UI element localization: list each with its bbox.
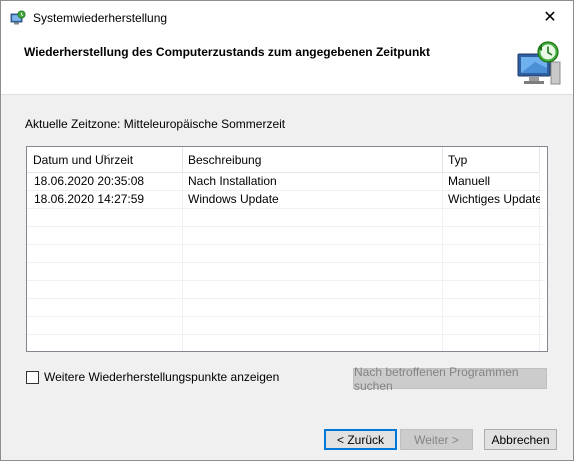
sort-descending-icon: ﹀ <box>102 154 110 163</box>
column-header-type-label: Typ <box>448 153 468 167</box>
timezone-label: Aktuelle Zeitzone: <box>25 117 121 131</box>
cell-date: 18.06.2020 14:27:59 <box>34 192 145 206</box>
cell-description: Nach Installation <box>188 174 277 188</box>
title-bar[interactable]: Systemwiederherstellung ✕ <box>1 1 573 32</box>
cell-type: Wichtiges Update <box>448 192 540 206</box>
back-button[interactable]: < Zurück <box>324 429 397 450</box>
header-title: Wiederherstellung des Computerzustands z… <box>24 45 430 59</box>
more-restore-points-label[interactable]: Weitere Wiederherstellungspunkte anzeige… <box>44 370 279 384</box>
scan-affected-programs-button[interactable]: Nach betroffenen Programmen suchen <box>353 365 547 393</box>
timezone-value: Mitteleuropäische Sommerzeit <box>123 117 286 131</box>
more-restore-points-option[interactable]: Weitere Wiederherstellungspunkte anzeige… <box>26 370 279 384</box>
system-restore-monitor-icon <box>515 40 563 88</box>
restore-points-table[interactable]: ﹀ Datum und Uhrzeit Beschreibung Typ 18.… <box>26 146 548 352</box>
close-icon: ✕ <box>543 8 557 26</box>
more-restore-points-checkbox[interactable] <box>26 370 39 384</box>
close-button[interactable]: ✕ <box>527 1 573 32</box>
cell-description: Windows Update <box>188 192 279 206</box>
empty-row <box>27 281 545 299</box>
next-button[interactable]: Weiter > <box>400 429 473 450</box>
empty-row <box>27 227 545 245</box>
empty-row <box>27 299 545 317</box>
window-title: Systemwiederherstellung <box>33 11 168 25</box>
column-header-type[interactable]: Typ <box>442 147 539 172</box>
empty-row <box>27 263 545 281</box>
system-restore-window: Systemwiederherstellung ✕ Wiederherstell… <box>0 0 574 461</box>
table-row[interactable]: 18.06.2020 14:27:59 Windows Update Wicht… <box>27 191 545 209</box>
wizard-header: Wiederherstellung des Computerzustands z… <box>1 32 573 95</box>
column-header-description-label: Beschreibung <box>188 153 262 167</box>
column-header-description[interactable]: Beschreibung <box>182 147 442 172</box>
column-header-date[interactable]: ﹀ Datum und Uhrzeit <box>27 147 182 172</box>
timezone-info: Aktuelle Zeitzone: Mitteleuropäische Somm… <box>25 117 285 131</box>
table-row[interactable]: 18.06.2020 20:35:08 Nach Installation Ma… <box>27 173 545 191</box>
empty-row <box>27 317 545 335</box>
empty-row <box>27 335 545 351</box>
cell-type: Manuell <box>448 174 491 188</box>
empty-row <box>27 209 545 227</box>
column-header-date-label: Datum und Uhrzeit <box>33 153 134 167</box>
cancel-button[interactable]: Abbrechen <box>484 429 557 450</box>
empty-row <box>27 245 545 263</box>
column-divider <box>539 147 540 172</box>
system-restore-icon <box>10 10 26 26</box>
table-header: ﹀ Datum und Uhrzeit Beschreibung Typ <box>27 147 540 173</box>
table-body: 18.06.2020 20:35:08 Nach Installation Ma… <box>27 173 545 351</box>
cell-date: 18.06.2020 20:35:08 <box>34 174 145 188</box>
